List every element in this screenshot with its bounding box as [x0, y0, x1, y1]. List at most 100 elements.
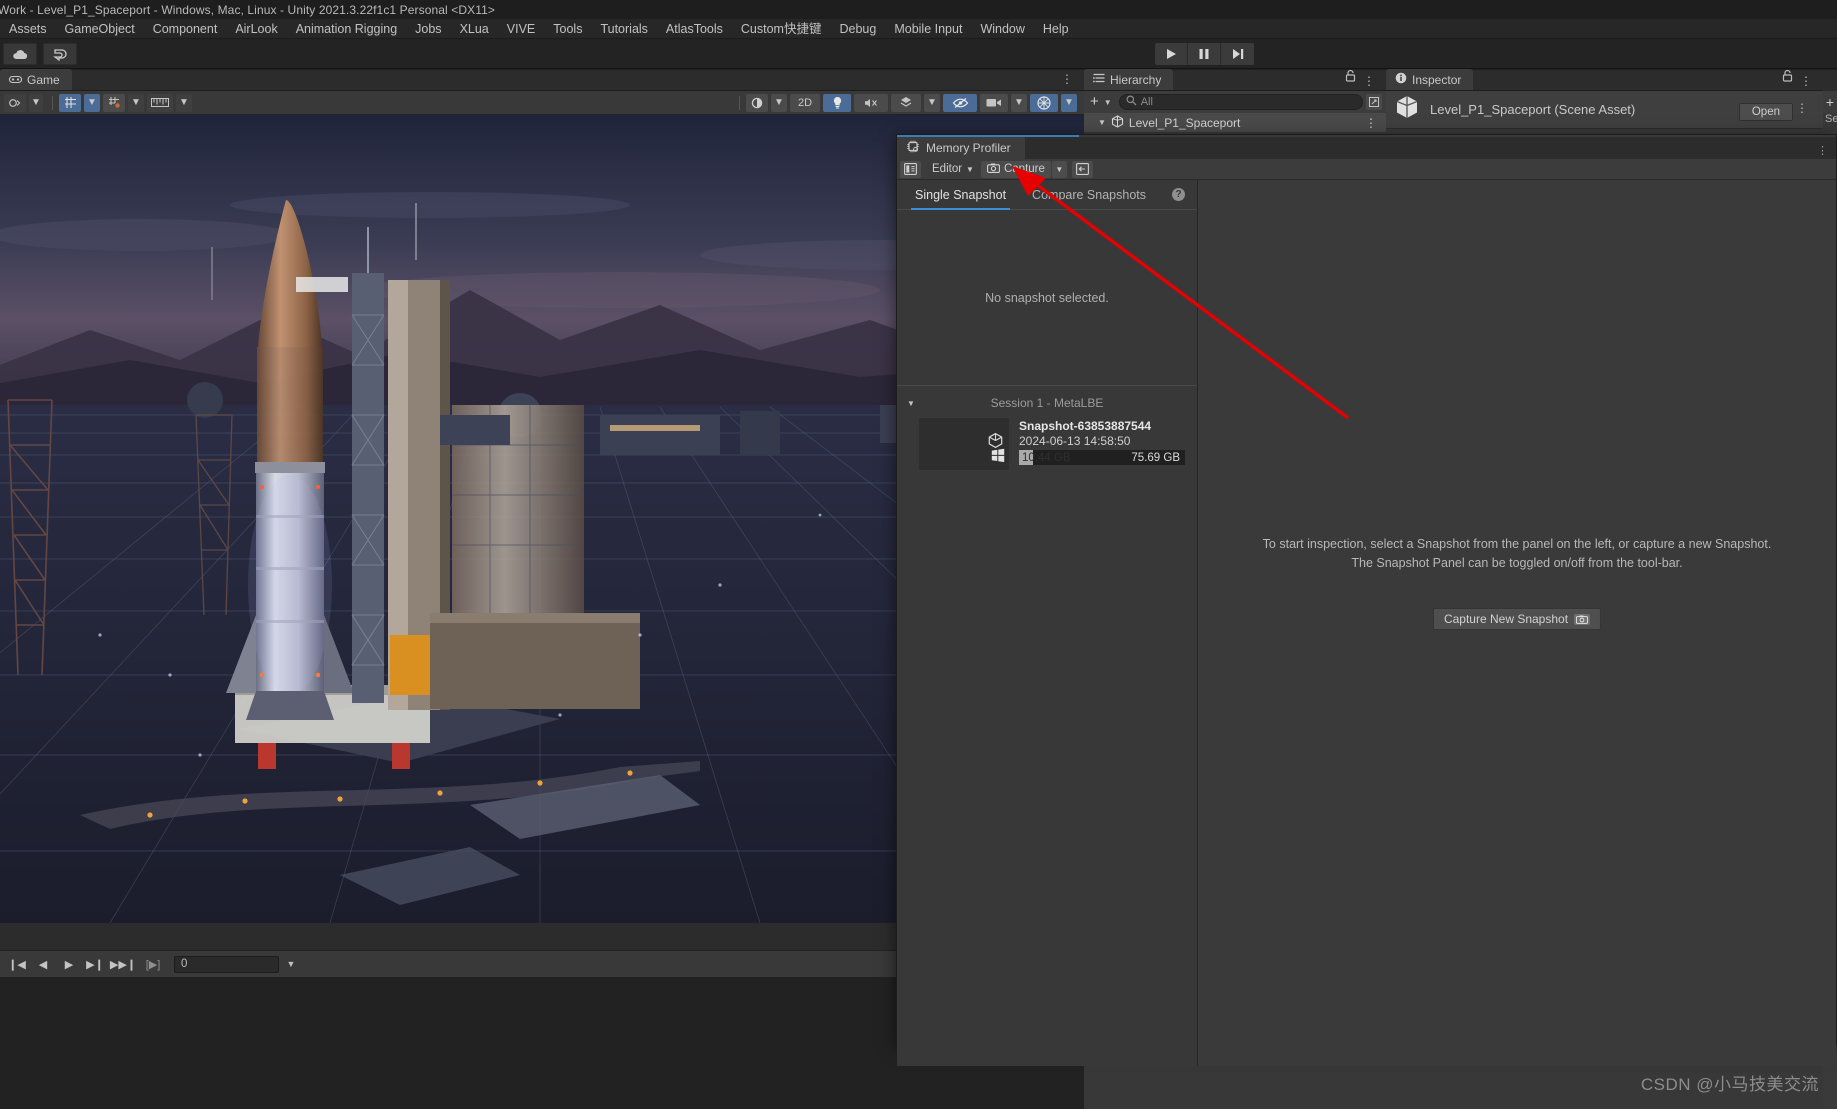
snap-increment-icon[interactable]: [103, 94, 125, 112]
gizmo-icon[interactable]: [1030, 94, 1058, 112]
snapshot-list-item[interactable]: Snapshot-63853887544 2024-06-13 14:58:50…: [897, 414, 1197, 470]
menu-item-debug[interactable]: Debug: [830, 19, 885, 39]
game-view-menu-icon[interactable]: ⋮: [1061, 72, 1074, 86]
menu-item-jobs[interactable]: Jobs: [406, 19, 450, 39]
menu-item-vive[interactable]: VIVE: [498, 19, 545, 39]
kebab-icon[interactable]: ⋮: [1363, 74, 1376, 88]
csdn-watermark: CSDN @小马技美交流: [1641, 1070, 1819, 1095]
expand-icon[interactable]: [1366, 94, 1382, 110]
kebab-icon[interactable]: ⋮: [1800, 74, 1813, 88]
tab-hierarchy[interactable]: Hierarchy: [1084, 69, 1173, 90]
lock-icon[interactable]: [1782, 69, 1793, 87]
project-add-button[interactable]: +: [1823, 91, 1837, 113]
prev-frame-button[interactable]: ◀: [30, 954, 56, 974]
project-search-sliver[interactable]: Se: [1823, 113, 1837, 133]
menu-item-atlastools[interactable]: AtlasTools: [657, 19, 732, 39]
lock-icon[interactable]: [1345, 69, 1356, 87]
cloud-icon[interactable]: [3, 43, 37, 65]
capture-new-snapshot-button[interactable]: Capture New Snapshot: [1433, 608, 1601, 630]
chevron-down-icon[interactable]: ▼: [907, 399, 915, 408]
mute-icon[interactable]: [854, 94, 888, 112]
collab-icon[interactable]: [43, 43, 77, 65]
menu-item-assets[interactable]: Assets: [0, 19, 56, 39]
chevron-down-icon: ▼: [966, 165, 974, 174]
info-icon: [1395, 72, 1407, 87]
play-button[interactable]: [1155, 43, 1188, 65]
aspect-2d-label: 2D: [798, 97, 812, 109]
import-snapshot-icon[interactable]: [1072, 161, 1093, 178]
camera-caret-icon[interactable]: ▼: [1011, 94, 1027, 112]
menu-item-help[interactable]: Help: [1034, 19, 1078, 39]
gamepad-icon: [9, 73, 22, 87]
menu-item-tools[interactable]: Tools: [544, 19, 591, 39]
tab-memory-profiler[interactable]: Memory Profiler: [897, 137, 1025, 159]
tab-hierarchy-label: Hierarchy: [1110, 73, 1161, 87]
chevron-down-icon[interactable]: ▼: [1098, 118, 1106, 127]
session-header[interactable]: ▼ Session 1 - MetaLBE: [897, 392, 1197, 414]
capture-button[interactable]: Capture: [981, 161, 1051, 178]
chevron-down-icon[interactable]: ▼: [279, 954, 303, 974]
ruler-icon[interactable]: [147, 94, 173, 112]
menu-item-tutorials[interactable]: Tutorials: [591, 19, 656, 39]
aspect-2d-toggle[interactable]: 2D: [790, 94, 820, 112]
add-caret-icon[interactable]: ▼: [1104, 98, 1116, 107]
hierarchy-row-label: Level_P1_Spaceport: [1129, 116, 1240, 130]
pivot-caret-icon[interactable]: ▼: [29, 94, 43, 112]
pause-button[interactable]: [1188, 43, 1221, 65]
window-menu-icon[interactable]: ⋮: [1817, 144, 1836, 159]
last-frame-button[interactable]: ▶▶❙: [108, 954, 138, 974]
game-view-tabrow: Game ⋮: [0, 70, 1084, 91]
tab-single-snapshot[interactable]: Single Snapshot: [911, 180, 1010, 210]
fx-caret-icon[interactable]: ▼: [924, 94, 940, 112]
frame-input[interactable]: 0: [174, 956, 279, 973]
tab-compare-snapshots[interactable]: Compare Snapshots: [1028, 180, 1150, 210]
tab-memory-profiler-label: Memory Profiler: [926, 141, 1011, 155]
session-label: Session 1 - MetaLBE: [991, 396, 1104, 410]
display-icon[interactable]: [746, 94, 768, 112]
record-button[interactable]: [▶]: [138, 954, 168, 974]
menu-item-window[interactable]: Window: [971, 19, 1033, 39]
display-caret-icon[interactable]: ▼: [771, 94, 787, 112]
snap-increment-caret-icon[interactable]: ▼: [128, 94, 144, 112]
add-gameobject-button[interactable]: +: [1088, 95, 1101, 109]
snapshot-panel: Single Snapshot Compare Snapshots ? No s…: [897, 180, 1198, 1066]
menu-item-animation-rigging[interactable]: Animation Rigging: [287, 19, 406, 39]
tab-game[interactable]: Game: [0, 69, 72, 90]
open-scene-button[interactable]: Open: [1739, 103, 1793, 121]
hierarchy-row-level-p1-spaceport[interactable]: ▼ Level_P1_Spaceport ⋮: [1084, 113, 1386, 132]
menu-item-airlook[interactable]: AirLook: [226, 19, 286, 39]
menu-item-component[interactable]: Component: [144, 19, 227, 39]
ruler-caret-icon[interactable]: ▼: [176, 94, 192, 112]
snapshot-panel-toggle-icon[interactable]: [900, 161, 921, 178]
menu-item-mobile-input[interactable]: Mobile Input: [885, 19, 971, 39]
step-button[interactable]: [1221, 43, 1254, 65]
row-kebab-icon[interactable]: ⋮: [1365, 116, 1378, 130]
first-frame-button[interactable]: ❙◀: [4, 954, 30, 974]
play-animation-button[interactable]: ▶: [56, 954, 82, 974]
capture-target-label: Editor: [932, 163, 962, 175]
menu-item-gameobject[interactable]: GameObject: [56, 19, 144, 39]
tab-inspector[interactable]: Inspector: [1386, 69, 1473, 90]
preset-kebab-icon[interactable]: ⋮: [1796, 101, 1809, 115]
snapshot-memory-bar: 10.44 GB 75.69 GB: [1019, 450, 1185, 465]
snapshot-used-memory: 10.44 GB: [1019, 452, 1071, 464]
capture-target-dropdown[interactable]: Editor ▼: [922, 161, 980, 178]
capture-button-label: Capture: [1004, 163, 1045, 175]
next-frame-button[interactable]: ▶❙: [82, 954, 108, 974]
help-icon[interactable]: ?: [1172, 188, 1185, 201]
fx-icon[interactable]: [891, 94, 921, 112]
search-input[interactable]: All: [1119, 94, 1363, 110]
bulb-icon[interactable]: [823, 94, 851, 112]
main-toolbar: [0, 39, 1837, 69]
pivot-icon[interactable]: [4, 94, 26, 112]
menu-item-custom[interactable]: Custom快捷键: [732, 19, 831, 39]
menu-item-xlua[interactable]: XLua: [451, 19, 498, 39]
camera-icon[interactable]: [980, 94, 1008, 112]
eye-off-icon[interactable]: [943, 94, 977, 112]
gizmo-caret-icon[interactable]: ▼: [1061, 94, 1077, 112]
capture-options-caret-icon[interactable]: ▼: [1052, 161, 1067, 178]
snapshot-thumbnail: [919, 418, 1009, 470]
grid-snap-icon[interactable]: [59, 94, 81, 112]
inspection-message-line1: To start inspection, select a Snapshot f…: [1206, 535, 1828, 554]
grid-snap-caret-icon[interactable]: ▼: [84, 94, 100, 112]
